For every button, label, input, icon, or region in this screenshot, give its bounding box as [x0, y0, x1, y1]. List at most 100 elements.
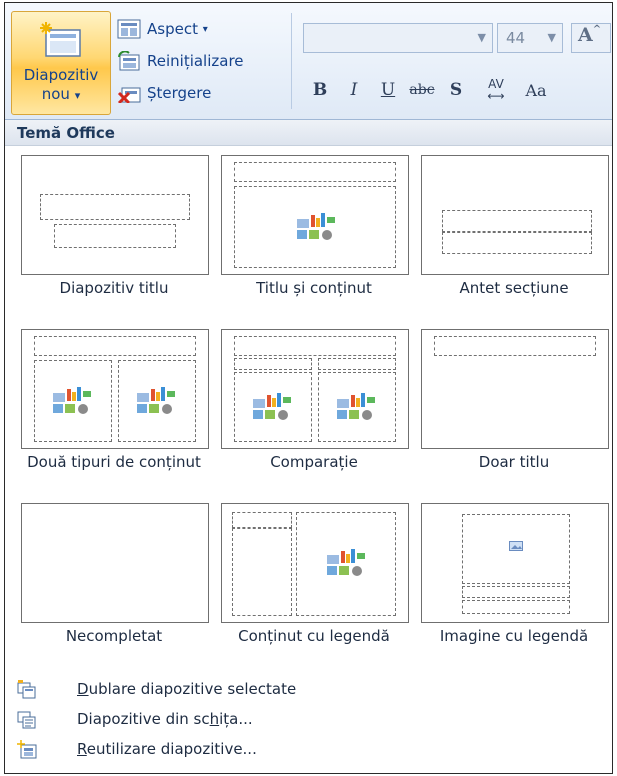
chevron-down-icon: ▾	[202, 23, 208, 35]
layout-blank[interactable]: Necompletat	[21, 503, 217, 645]
right-content-placeholder	[118, 360, 196, 442]
layout-label: Imagine cu legendă	[439, 627, 589, 645]
menu-text-post: ița...	[219, 710, 253, 728]
content-placeholder	[234, 186, 396, 268]
layout-thumbnail	[221, 503, 409, 623]
content-icons	[253, 393, 291, 420]
content-icons	[337, 393, 375, 420]
duplicate-slides-icon	[17, 680, 36, 699]
reuse-slides-menu-item[interactable]: Reutilizare diapozitive...	[5, 735, 612, 765]
content-icons	[137, 387, 175, 414]
duplicate-slides-menu-item[interactable]: Dublare diapozitive selectate	[5, 675, 612, 705]
caption-title-placeholder	[462, 586, 570, 598]
new-slide-label-line1: Diapozitiv	[23, 66, 99, 84]
chevron-down-icon: ▼	[547, 31, 556, 44]
subtitle-placeholder	[54, 224, 176, 248]
layout-label: Antet secțiune	[459, 279, 569, 297]
new-slide-label-line2: nou	[41, 85, 70, 103]
content-icons	[327, 549, 365, 576]
new-slide-icon	[40, 22, 81, 57]
picture-icon	[509, 541, 523, 551]
delete-label: Ștergere	[147, 84, 212, 102]
layout-label: Comparație	[270, 453, 358, 471]
layout-label: Doar titlu	[478, 453, 550, 471]
menu-text-post: eutilizare diapozitive...	[86, 740, 257, 758]
left-heading-placeholder	[234, 358, 312, 370]
italic-button[interactable]: I	[337, 75, 371, 105]
left-content-placeholder	[234, 372, 312, 442]
layout-label: Necompletat	[65, 627, 163, 645]
reset-label: Reinițializare	[147, 52, 244, 70]
right-content-placeholder	[318, 372, 396, 442]
title-placeholder	[234, 162, 396, 182]
menu-accelerator-key: D	[77, 680, 89, 698]
text-placeholder	[442, 232, 592, 254]
layout-thumbnail	[21, 329, 209, 449]
grow-font-button[interactable]: A^	[571, 23, 611, 53]
shadow-button[interactable]: S	[439, 75, 473, 105]
new-slide-dropdown-panel: Diapozitiv nou ▾ Aspect ▾ Reinițializare…	[4, 2, 613, 774]
title-placeholder	[442, 210, 592, 232]
change-case-button[interactable]: Aa	[519, 75, 553, 105]
delete-button[interactable]: Ștergere	[117, 77, 287, 109]
spacing-icon-bottom: ⟷	[487, 89, 505, 103]
underline-button[interactable]: U	[371, 75, 405, 105]
layout-label: Conținut cu legendă	[238, 627, 390, 645]
menu-text-pre: Diapozitive din sc	[77, 710, 210, 728]
layout-label: Aspect	[147, 20, 198, 38]
layout-thumbnail	[421, 503, 609, 623]
ribbon-slides-group: Diapozitiv nou ▾ Aspect ▾ Reinițializare…	[5, 3, 612, 120]
layout-label: Două tipuri de conținut	[27, 453, 201, 471]
left-content-placeholder	[34, 360, 112, 442]
layout-thumbnail	[21, 155, 209, 275]
delete-icon	[117, 87, 141, 103]
strikethrough-button[interactable]: abc	[405, 75, 439, 105]
title-placeholder	[40, 194, 190, 220]
layout-content-with-caption[interactable]: Conținut cu legendă	[221, 503, 417, 645]
grow-font-icon: A	[578, 24, 593, 46]
layout-label: Titlu și conținut	[256, 279, 372, 297]
reuse-slides-icon	[17, 740, 37, 759]
content-placeholder	[296, 512, 396, 616]
layout-thumbnail	[21, 503, 209, 623]
chevron-down-icon: ▼	[477, 31, 486, 44]
font-name-combobox[interactable]: ▼	[303, 23, 493, 53]
layout-icon	[117, 19, 141, 39]
layout-thumbnail	[421, 329, 609, 449]
layout-comparison[interactable]: Comparație	[221, 329, 417, 471]
title-placeholder	[434, 336, 596, 356]
reset-button[interactable]: Reinițializare	[117, 45, 287, 77]
ribbon-separator	[291, 13, 292, 109]
chevron-down-icon: ▾	[74, 89, 81, 102]
layout-thumbnail	[421, 155, 609, 275]
layout-two-content[interactable]: Două tipuri de conținut	[21, 329, 217, 471]
bold-button[interactable]: B	[303, 75, 337, 105]
layout-button[interactable]: Aspect ▾	[117, 13, 287, 45]
layout-picture-with-caption[interactable]: Imagine cu legendă	[421, 503, 612, 645]
font-size-combobox[interactable]: 44 ▼	[497, 23, 563, 53]
caption-text-placeholder	[232, 528, 292, 616]
content-icons	[53, 387, 91, 414]
layout-label: Diapozitiv titlu	[59, 279, 169, 297]
character-spacing-button[interactable]: AV ⟷	[473, 75, 519, 105]
layout-thumbnail	[221, 155, 409, 275]
caption-title-placeholder	[232, 512, 292, 528]
caption-text-placeholder	[462, 600, 570, 614]
menu-accelerator-key: R	[77, 740, 87, 758]
title-placeholder	[34, 336, 196, 356]
layout-title-slide[interactable]: Diapozitiv titlu	[21, 155, 217, 297]
menu-accelerator-key: h	[209, 710, 220, 728]
content-icons	[297, 213, 335, 240]
layout-title-only[interactable]: Doar titlu	[421, 329, 612, 471]
menu-text-post: ublare diapozitive selectate	[88, 680, 297, 698]
layout-thumbnail	[221, 329, 409, 449]
layout-title-and-content[interactable]: Titlu și conținut	[221, 155, 417, 297]
slides-from-outline-icon	[17, 711, 36, 729]
layout-section-header[interactable]: Antet secțiune	[421, 155, 612, 297]
section-header: Temă Office	[5, 120, 612, 146]
slides-from-outline-menu-item[interactable]: Diapozitive din schița...	[5, 705, 612, 735]
right-heading-placeholder	[318, 358, 396, 370]
new-slide-button[interactable]: Diapozitiv nou ▾	[11, 11, 111, 115]
format-toolbar: B I U abc S AV ⟷ Aa	[303, 73, 612, 107]
reset-icon	[118, 51, 140, 71]
